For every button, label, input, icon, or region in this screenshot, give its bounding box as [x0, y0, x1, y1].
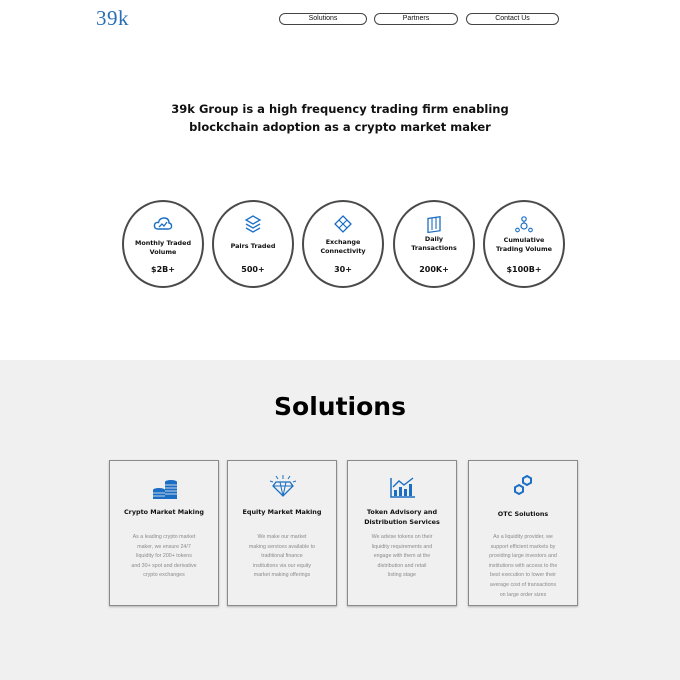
stat-label: Pairs Traded [230, 242, 276, 250]
stats-row: Monthly Traded Volume $2B+ Pairs Traded 5… [0, 200, 680, 288]
solution-card-token-advisory[interactable]: Token Advisory and Distribution Services … [347, 460, 457, 606]
stat-value: $100B+ [506, 265, 542, 274]
stat-label: Cumulative Trading Volume [496, 236, 552, 253]
hero-line-2: blockchain adoption as a crypto market m… [189, 120, 491, 134]
stat-label: Daily Transactions [411, 235, 457, 252]
nav-partners-button[interactable]: Partners [374, 13, 458, 25]
solution-card-otc-solutions[interactable]: OTC Solutions As a liquidity provider, w… [468, 460, 578, 606]
blocks-icon [427, 216, 441, 234]
solutions-heading: Solutions [274, 392, 406, 421]
card-title: Crypto Market Making [123, 508, 204, 516]
nav-solutions-button[interactable]: Solutions [279, 13, 367, 25]
growth-chart-icon [390, 477, 415, 498]
card-description: We advise tokens on their liquidity requi… [371, 534, 433, 579]
diamond-icon [269, 475, 297, 497]
card-description: As a leading crypto market maker, we ensu… [131, 534, 197, 579]
stat-value: $2B+ [151, 265, 175, 274]
people-network-icon [515, 216, 533, 233]
card-title: OTC Solutions [497, 510, 549, 518]
hero-line-1: 39k Group is a high frequency trading fi… [171, 102, 509, 116]
top-nav: Solutions Partners Contact Us [0, 13, 680, 25]
card-title: Token Advisory and Distribution Services [364, 508, 440, 526]
layers-icon [244, 215, 262, 233]
solution-card-crypto-market-making[interactable]: Crypto Market Making As a leading crypto… [109, 460, 219, 606]
coins-icon [153, 480, 177, 499]
stat-value: 500+ [241, 265, 265, 274]
stat-label: Monthly Traded Volume [134, 239, 192, 256]
stat-cumulative-volume: Cumulative Trading Volume $100B+ [483, 200, 565, 288]
stat-monthly-volume: Monthly Traded Volume $2B+ [122, 200, 204, 288]
nav-contact-button[interactable]: Contact Us [466, 13, 559, 25]
stat-pairs-traded: Pairs Traded 500+ [212, 200, 294, 288]
solution-card-equity-market-making[interactable]: Equity Market Making We make our market m… [227, 460, 337, 606]
stat-value: 200K+ [419, 265, 449, 274]
card-description: As a liquidity provider, we support effic… [488, 534, 558, 598]
stat-value: 30+ [334, 265, 352, 274]
stat-exchange-connectivity: Exchange Connectivity 30+ [302, 200, 384, 288]
hexagon-link-icon [514, 474, 532, 496]
stat-daily-transactions: Daily Transactions 200K+ [393, 200, 475, 288]
cloud-chart-icon [153, 217, 173, 230]
card-description: We make our market making services availa… [248, 534, 316, 579]
stat-label: Exchange Connectivity [320, 238, 366, 255]
card-title: Equity Market Making [242, 508, 322, 516]
network-diamond-icon [334, 215, 352, 233]
hero-tagline: 39k Group is a high frequency trading fi… [0, 100, 680, 136]
